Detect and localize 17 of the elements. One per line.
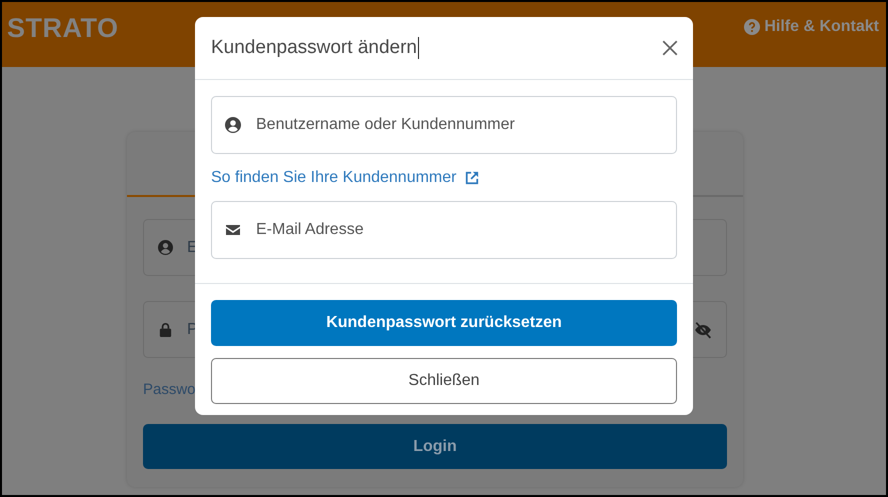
modal-title: Kundenpasswort ändern <box>211 37 419 59</box>
reset-password-button[interactable]: Kundenpasswort zurücksetzen <box>211 300 677 346</box>
user-icon <box>225 117 241 133</box>
close-button[interactable]: Schließen <box>211 358 677 404</box>
envelope-icon <box>225 222 241 238</box>
customer-number-link[interactable]: So finden Sie Ihre Kundennummer <box>211 168 456 186</box>
lock-icon <box>158 322 173 337</box>
close-icon[interactable] <box>661 39 679 57</box>
input-field[interactable]: Benutzername oder Kundennummer <box>211 96 677 154</box>
forgot-password-link[interactable]: Passwo <box>143 381 196 398</box>
eye-slash-icon[interactable] <box>694 320 712 338</box>
input-field[interactable]: E-Mail Adresse <box>211 201 677 259</box>
help-contact-link[interactable]: Hilfe & Kontakt <box>744 18 879 36</box>
help-icon <box>744 19 760 35</box>
user-icon <box>158 240 173 255</box>
login-button[interactable]: Login <box>143 424 727 469</box>
external-link-icon[interactable] <box>465 170 480 184</box>
